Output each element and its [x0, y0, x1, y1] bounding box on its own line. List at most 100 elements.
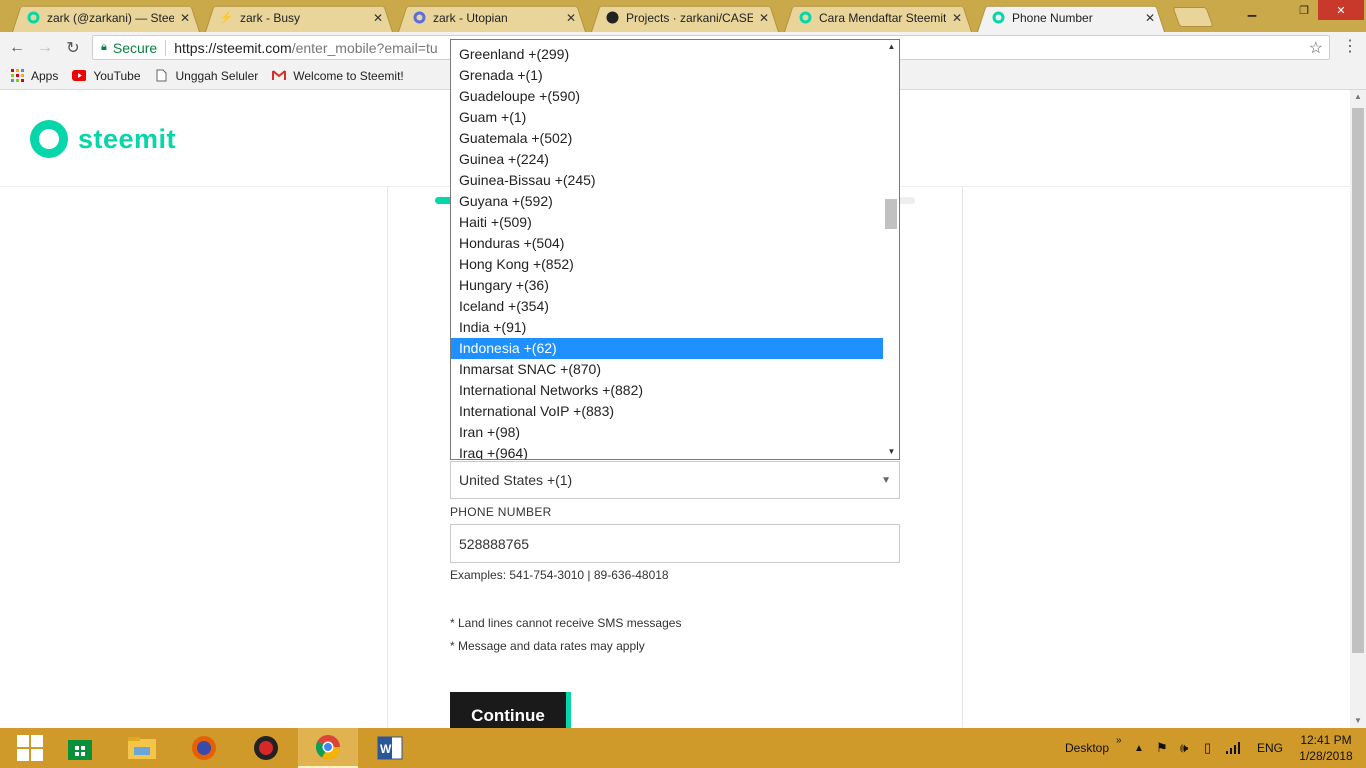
- page-scrollbar[interactable]: ▲ ▼: [1350, 90, 1366, 728]
- back-arrow-icon[interactable]: ←: [6, 37, 28, 59]
- dropdown-scrollbar-thumb[interactable]: [885, 199, 897, 229]
- country-option[interactable]: Guatemala +(502): [451, 128, 883, 149]
- tab-title: Phone Number: [1012, 10, 1093, 25]
- game-app-icon[interactable]: [236, 728, 296, 768]
- windows-taskbar: W Desktop » ▲ ⚑ 🕪︎ ▯ ENG 12:41 PM 1/28/2…: [0, 728, 1366, 768]
- window-close-icon[interactable]: ✕: [1318, 0, 1364, 20]
- dropdown-scrollbar[interactable]: ▲ ▼: [883, 40, 899, 459]
- steemit-icon: [26, 11, 40, 25]
- store-icon[interactable]: [50, 728, 110, 768]
- steemit-logo[interactable]: steemit: [30, 120, 176, 158]
- phone-examples: Examples: 541-754-3010 | 89-636-48018: [450, 568, 669, 582]
- browser-menu-icon[interactable]: ⋮: [1340, 38, 1360, 56]
- bookmark-label: YouTube: [93, 68, 141, 83]
- country-select-value: United States +(1): [459, 472, 573, 488]
- scrollbar-thumb[interactable]: [1352, 108, 1364, 653]
- phone-number-label: PHONE NUMBER: [450, 505, 552, 519]
- tab-busy[interactable]: ⚡ zark - Busy ✕: [205, 3, 393, 32]
- scroll-down-icon[interactable]: ▼: [1350, 714, 1366, 728]
- file-explorer-icon[interactable]: [112, 728, 172, 768]
- rates-note: * Message and data rates may apply: [450, 639, 645, 653]
- country-option[interactable]: India +(91): [451, 317, 883, 338]
- forward-arrow-icon[interactable]: →: [34, 37, 56, 59]
- volume-icon[interactable]: 🕪︎: [1180, 728, 1188, 768]
- tab-github[interactable]: Projects · zarkani/CASE ✕: [591, 3, 779, 32]
- country-option[interactable]: Iran +(98): [451, 422, 883, 443]
- scroll-up-icon[interactable]: ▲: [883, 40, 899, 54]
- utopian-icon: [412, 11, 426, 25]
- country-option[interactable]: Iraq +(964): [451, 443, 883, 459]
- system-clock[interactable]: 12:41 PM 1/28/2018: [1296, 732, 1356, 764]
- bookmark-youtube[interactable]: YouTube: [72, 68, 141, 83]
- country-options: Greenland +(299) Grenada +(1) Guadeloupe +…: [451, 44, 883, 459]
- country-option[interactable]: Hong Kong +(852): [451, 254, 883, 275]
- logo-text: steemit: [78, 123, 177, 154]
- tab-title: Projects · zarkani/CASE: [626, 10, 753, 25]
- country-option[interactable]: Guinea +(224): [451, 149, 883, 170]
- country-option[interactable]: Indonesia +(62): [451, 338, 883, 359]
- dropdown-arrow-icon: ▼: [881, 475, 891, 486]
- country-option[interactable]: Guadeloupe +(590): [451, 86, 883, 107]
- flag-icon[interactable]: ⚑: [1156, 728, 1168, 768]
- busy-icon: ⚡: [219, 12, 233, 24]
- network-signal-icon[interactable]: [1226, 728, 1242, 768]
- continue-button[interactable]: Continue: [450, 692, 566, 728]
- show-hidden-icons-icon[interactable]: ▲: [1134, 728, 1144, 768]
- country-dropdown-list[interactable]: Greenland +(299) Grenada +(1) Guadeloupe +…: [450, 39, 900, 460]
- new-tab-button[interactable]: [1172, 7, 1214, 27]
- tab-cara-mendaftar[interactable]: Cara Mendaftar Steemit - ✕: [784, 3, 972, 32]
- word-icon[interactable]: W: [360, 728, 420, 768]
- firefox-icon[interactable]: [174, 728, 234, 768]
- country-select[interactable]: United States +(1) ▼: [450, 461, 900, 499]
- country-option[interactable]: Iceland +(354): [451, 296, 883, 317]
- country-option[interactable]: Honduras +(504): [451, 233, 883, 254]
- close-icon[interactable]: ✕: [950, 11, 964, 25]
- bookmark-star-icon[interactable]: ☆: [1309, 38, 1323, 58]
- url-path: /enter_mobile?email=tu: [291, 39, 438, 56]
- bookmark-unggah-seluler[interactable]: Unggah Seluler: [155, 68, 259, 83]
- steemit-logo-icon: [30, 120, 68, 158]
- bookmark-label: Apps: [31, 68, 59, 83]
- close-icon[interactable]: ✕: [564, 11, 578, 25]
- minimize-icon[interactable]: ▁: [1238, 0, 1266, 20]
- phone-number-input[interactable]: [450, 524, 900, 563]
- reload-icon[interactable]: ↻: [62, 37, 84, 59]
- close-icon[interactable]: ✕: [1143, 11, 1157, 25]
- country-option[interactable]: Grenada +(1): [451, 65, 883, 86]
- url-host: https://steemit.com: [174, 39, 292, 56]
- tab-phone-number[interactable]: Phone Number ✕: [977, 3, 1165, 32]
- bookmark-welcome-steemit[interactable]: Welcome to Steemit!: [272, 69, 404, 83]
- chevron-right-icon[interactable]: »: [1116, 720, 1122, 760]
- scroll-up-icon[interactable]: ▲: [1350, 90, 1366, 104]
- close-icon[interactable]: ✕: [178, 11, 192, 25]
- chrome-icon[interactable]: [298, 728, 358, 768]
- page-icon: [155, 69, 169, 83]
- clock-date: 1/28/2018: [1299, 749, 1353, 763]
- country-option[interactable]: International Networks +(882): [451, 380, 883, 401]
- country-option[interactable]: Guam +(1): [451, 107, 883, 128]
- tab-utopian[interactable]: zark - Utopian ✕: [398, 3, 586, 32]
- steemit-icon: [991, 11, 1005, 25]
- battery-icon[interactable]: ▯: [1204, 728, 1211, 768]
- landline-note: * Land lines cannot receive SMS messages: [450, 616, 682, 630]
- maximize-icon[interactable]: ❐: [1290, 0, 1318, 20]
- country-option[interactable]: Greenland +(299): [451, 44, 883, 65]
- tab-title: zark (@zarkani) — Steem: [47, 10, 174, 25]
- scroll-down-icon[interactable]: ▼: [883, 445, 899, 459]
- country-option[interactable]: Guyana +(592): [451, 191, 883, 212]
- country-option[interactable]: Guinea-Bissau +(245): [451, 170, 883, 191]
- desktop-toolbar-label[interactable]: Desktop: [1065, 728, 1109, 768]
- close-icon[interactable]: ✕: [757, 11, 771, 25]
- steemit-icon: [798, 11, 812, 25]
- country-option[interactable]: Haiti +(509): [451, 212, 883, 233]
- divider: [165, 39, 167, 56]
- bookmark-apps[interactable]: Apps: [10, 69, 58, 83]
- bookmark-label: Unggah Seluler: [175, 68, 259, 83]
- country-option[interactable]: Inmarsat SNAC +(870): [451, 359, 883, 380]
- country-option[interactable]: International VoIP +(883): [451, 401, 883, 422]
- country-option[interactable]: Hungary +(36): [451, 275, 883, 296]
- tab-title: Cara Mendaftar Steemit -: [819, 10, 946, 25]
- language-indicator[interactable]: ENG: [1257, 728, 1283, 768]
- tab-steemit-profile[interactable]: zark (@zarkani) — Steem ✕: [12, 3, 200, 32]
- close-icon[interactable]: ✕: [371, 11, 385, 25]
